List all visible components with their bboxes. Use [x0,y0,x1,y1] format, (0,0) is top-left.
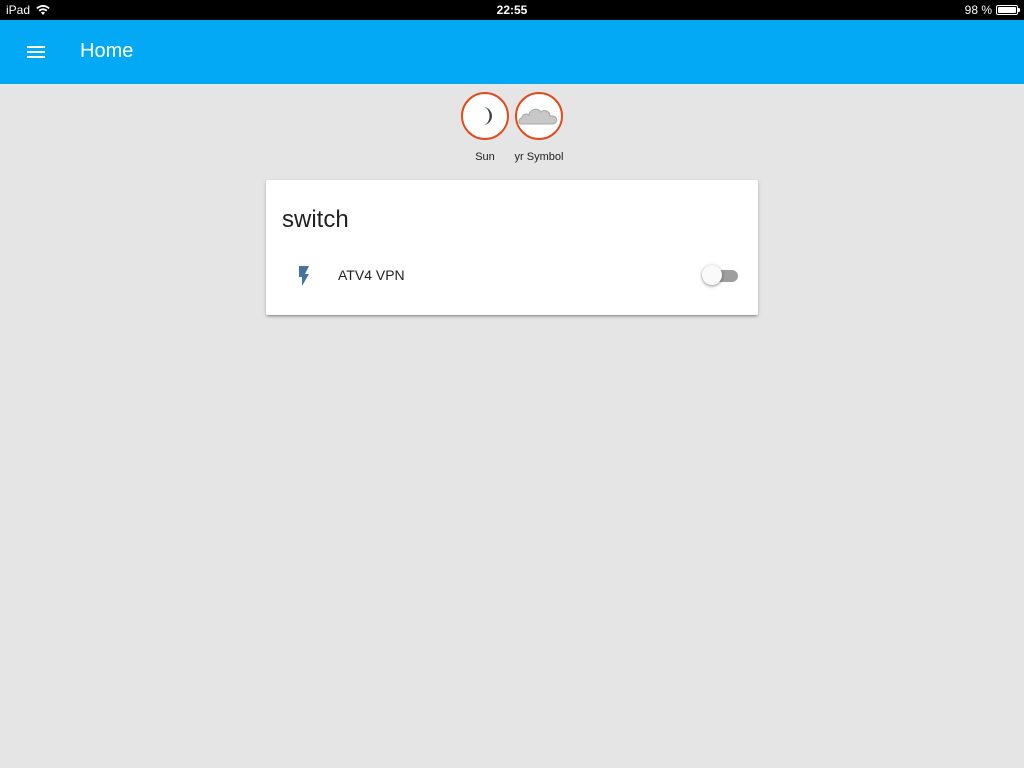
card-title: switch [282,206,349,233]
toggle-knob [702,265,722,285]
moon-icon [483,107,492,125]
hamburger-menu-icon [27,46,45,58]
badges-row: Sun yr Symbol [0,92,1024,163]
status-time: 22:55 [496,3,528,17]
badge-label-yr-symbol: yr Symbol [514,151,564,163]
badge-yr-symbol[interactable]: yr Symbol [515,92,563,163]
entity-name: ATV4 VPN [338,267,405,283]
battery-fill [998,7,1016,13]
badge-label-sun: Sun [475,151,495,163]
page-title: Home [80,40,134,62]
badge-sun-circle [461,92,509,140]
badge-yr-symbol-circle [515,92,563,140]
app-bar: Home [0,20,1024,84]
status-bar: iPad 22:55 98 % [0,0,1024,20]
atv4-vpn-toggle[interactable] [702,264,742,288]
battery-icon [996,5,1020,15]
flash-icon [299,266,309,286]
cloud-icon [518,108,558,125]
entity-row-atv4-vpn[interactable]: ATV4 VPN [282,256,742,296]
menu-button[interactable] [16,34,56,70]
switch-card: switch ATV4 VPN [266,180,758,315]
battery-percentage: 98 % [964,3,992,17]
status-right: 98 % [964,3,1020,17]
badge-sun[interactable]: Sun [461,92,509,163]
